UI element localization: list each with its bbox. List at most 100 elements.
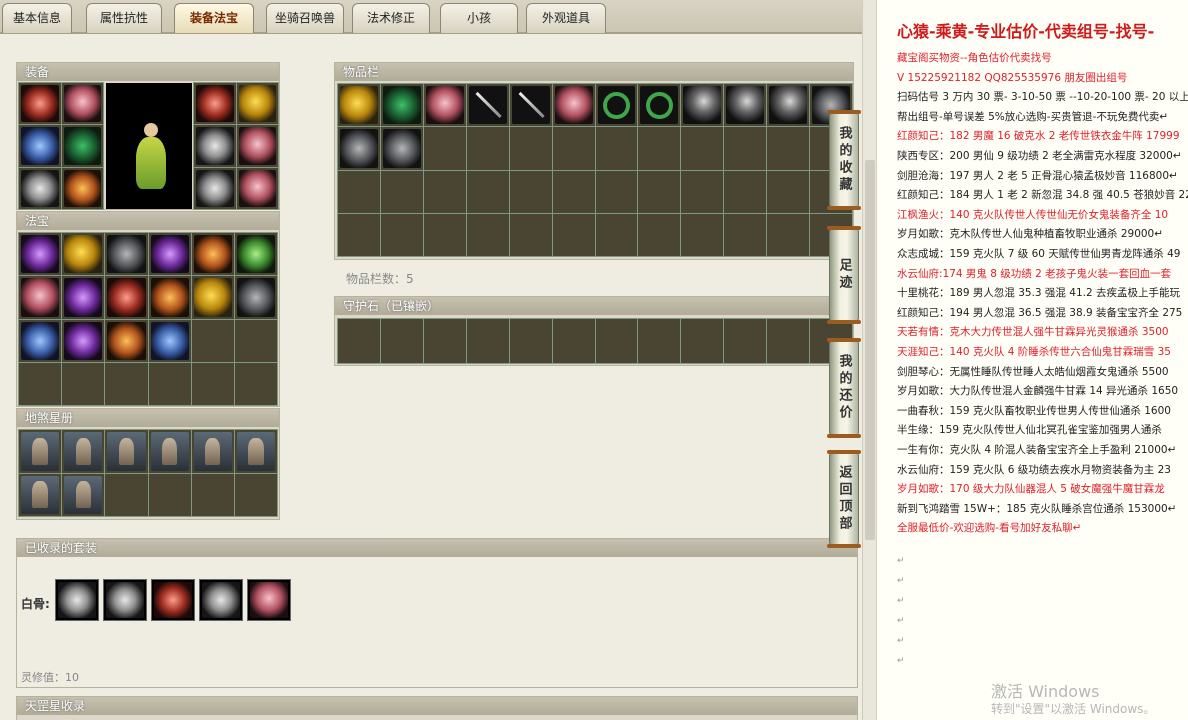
- inventory-slot-empty[interactable]: [552, 127, 595, 170]
- inventory-slot-empty[interactable]: [681, 213, 724, 256]
- fabao-slot[interactable]: [19, 233, 62, 276]
- inventory-slot-empty[interactable]: [338, 213, 380, 256]
- inventory-slot[interactable]: [681, 84, 724, 127]
- inventory-slot-empty[interactable]: [552, 213, 595, 256]
- equip-slot-boots[interactable]: [61, 167, 103, 209]
- disha-card[interactable]: [62, 473, 105, 516]
- fabao-slot[interactable]: [148, 233, 191, 276]
- inventory-slot[interactable]: [724, 84, 767, 127]
- inventory-slot-empty[interactable]: [724, 213, 767, 256]
- disha-card[interactable]: [148, 430, 191, 473]
- fabao-slot[interactable]: [148, 319, 191, 362]
- disha-slot-empty[interactable]: [234, 473, 277, 516]
- my-favorites-button[interactable]: 我的收藏: [827, 110, 861, 210]
- guard-stone-slot[interactable]: [595, 319, 638, 363]
- equip-slot-hat[interactable]: [61, 83, 103, 125]
- disha-card[interactable]: [105, 430, 148, 473]
- guard-stone-slot[interactable]: [724, 319, 767, 363]
- suit-item-ring[interactable]: [247, 579, 291, 621]
- inventory-slot-empty[interactable]: [380, 213, 423, 256]
- fabao-slot[interactable]: [105, 319, 148, 362]
- fabao-slot-empty[interactable]: [62, 362, 105, 405]
- inventory-slot[interactable]: [423, 84, 466, 127]
- tab-spell-correction[interactable]: 法术修正: [352, 3, 430, 33]
- fabao-slot-empty[interactable]: [234, 362, 277, 405]
- inventory-slot-empty[interactable]: [767, 170, 810, 213]
- tab-equipment[interactable]: 装备法宝: [174, 3, 254, 33]
- guard-stone-slot[interactable]: [767, 319, 810, 363]
- inventory-slot[interactable]: [338, 84, 380, 127]
- inventory-slot-empty[interactable]: [724, 170, 767, 213]
- equip-slot-ornament1[interactable]: [194, 125, 236, 167]
- fabao-slot-empty[interactable]: [148, 362, 191, 405]
- disha-slot-empty[interactable]: [105, 473, 148, 516]
- my-counteroffer-button[interactable]: 我的还价: [827, 338, 861, 438]
- equip-slot-armor[interactable]: [61, 125, 103, 167]
- inventory-slot-empty[interactable]: [466, 170, 509, 213]
- disha-slot-empty[interactable]: [191, 473, 234, 516]
- fabao-slot-empty[interactable]: [191, 362, 234, 405]
- inventory-slot[interactable]: [338, 127, 380, 170]
- guard-stone-slot[interactable]: [509, 319, 552, 363]
- suit-item-mask[interactable]: [151, 579, 195, 621]
- suit-item-ornament[interactable]: [199, 579, 243, 621]
- fabao-slot[interactable]: [105, 233, 148, 276]
- fabao-slot[interactable]: [62, 276, 105, 319]
- inventory-slot-empty[interactable]: [466, 213, 509, 256]
- tab-children[interactable]: 小孩: [440, 3, 518, 33]
- inventory-slot-empty[interactable]: [681, 127, 724, 170]
- equip-slot-necklace[interactable]: [236, 83, 278, 125]
- inventory-slot-empty[interactable]: [338, 170, 380, 213]
- inventory-slot[interactable]: [509, 84, 552, 127]
- guard-stone-slot[interactable]: [638, 319, 681, 363]
- inventory-slot[interactable]: [595, 84, 638, 127]
- guard-stone-slot[interactable]: [681, 319, 724, 363]
- equip-slot-whip[interactable]: [19, 125, 61, 167]
- footprint-button[interactable]: 足迹: [827, 226, 861, 324]
- fabao-slot[interactable]: [62, 233, 105, 276]
- inventory-slot-empty[interactable]: [466, 127, 509, 170]
- equip-slot-ornament2[interactable]: [236, 125, 278, 167]
- disha-card[interactable]: [19, 430, 62, 473]
- fabao-slot[interactable]: [234, 233, 277, 276]
- inventory-slot-empty[interactable]: [724, 127, 767, 170]
- inventory-slot-empty[interactable]: [638, 170, 681, 213]
- tab-attributes[interactable]: 属性抗性: [86, 3, 162, 33]
- tab-basic-info[interactable]: 基本信息: [2, 3, 72, 33]
- inventory-slot[interactable]: [380, 127, 423, 170]
- equip-slot-weapon[interactable]: [19, 83, 61, 125]
- inventory-slot[interactable]: [466, 84, 509, 127]
- inventory-slot-empty[interactable]: [423, 170, 466, 213]
- fabao-slot[interactable]: [191, 276, 234, 319]
- disha-card[interactable]: [191, 430, 234, 473]
- fabao-slot-empty[interactable]: [234, 319, 277, 362]
- inventory-slot-empty[interactable]: [552, 170, 595, 213]
- inventory-slot-empty[interactable]: [423, 127, 466, 170]
- inventory-slot-empty[interactable]: [509, 170, 552, 213]
- suit-item-bracelet[interactable]: [55, 579, 99, 621]
- suit-item-pendant[interactable]: [103, 579, 147, 621]
- inventory-slot[interactable]: [767, 84, 810, 127]
- fabao-slot-empty[interactable]: [191, 319, 234, 362]
- inventory-slot-empty[interactable]: [767, 127, 810, 170]
- inventory-slot[interactable]: [380, 84, 423, 127]
- guard-stone-slot[interactable]: [338, 319, 380, 363]
- disha-card[interactable]: [62, 430, 105, 473]
- guard-stone-slot[interactable]: [466, 319, 509, 363]
- guard-stone-slot[interactable]: [552, 319, 595, 363]
- inventory-slot-empty[interactable]: [595, 170, 638, 213]
- disha-slot-empty[interactable]: [148, 473, 191, 516]
- fabao-slot[interactable]: [191, 233, 234, 276]
- inventory-slot-empty[interactable]: [681, 170, 724, 213]
- inventory-slot[interactable]: [552, 84, 595, 127]
- page-scrollbar[interactable]: [862, 0, 876, 720]
- fabao-slot[interactable]: [105, 276, 148, 319]
- scrollbar-thumb[interactable]: [865, 160, 875, 540]
- fabao-slot[interactable]: [234, 276, 277, 319]
- inventory-slot-empty[interactable]: [595, 213, 638, 256]
- disha-card[interactable]: [234, 430, 277, 473]
- inventory-slot-empty[interactable]: [423, 213, 466, 256]
- inventory-slot[interactable]: [638, 84, 681, 127]
- disha-card[interactable]: [19, 473, 62, 516]
- inventory-slot-empty[interactable]: [509, 127, 552, 170]
